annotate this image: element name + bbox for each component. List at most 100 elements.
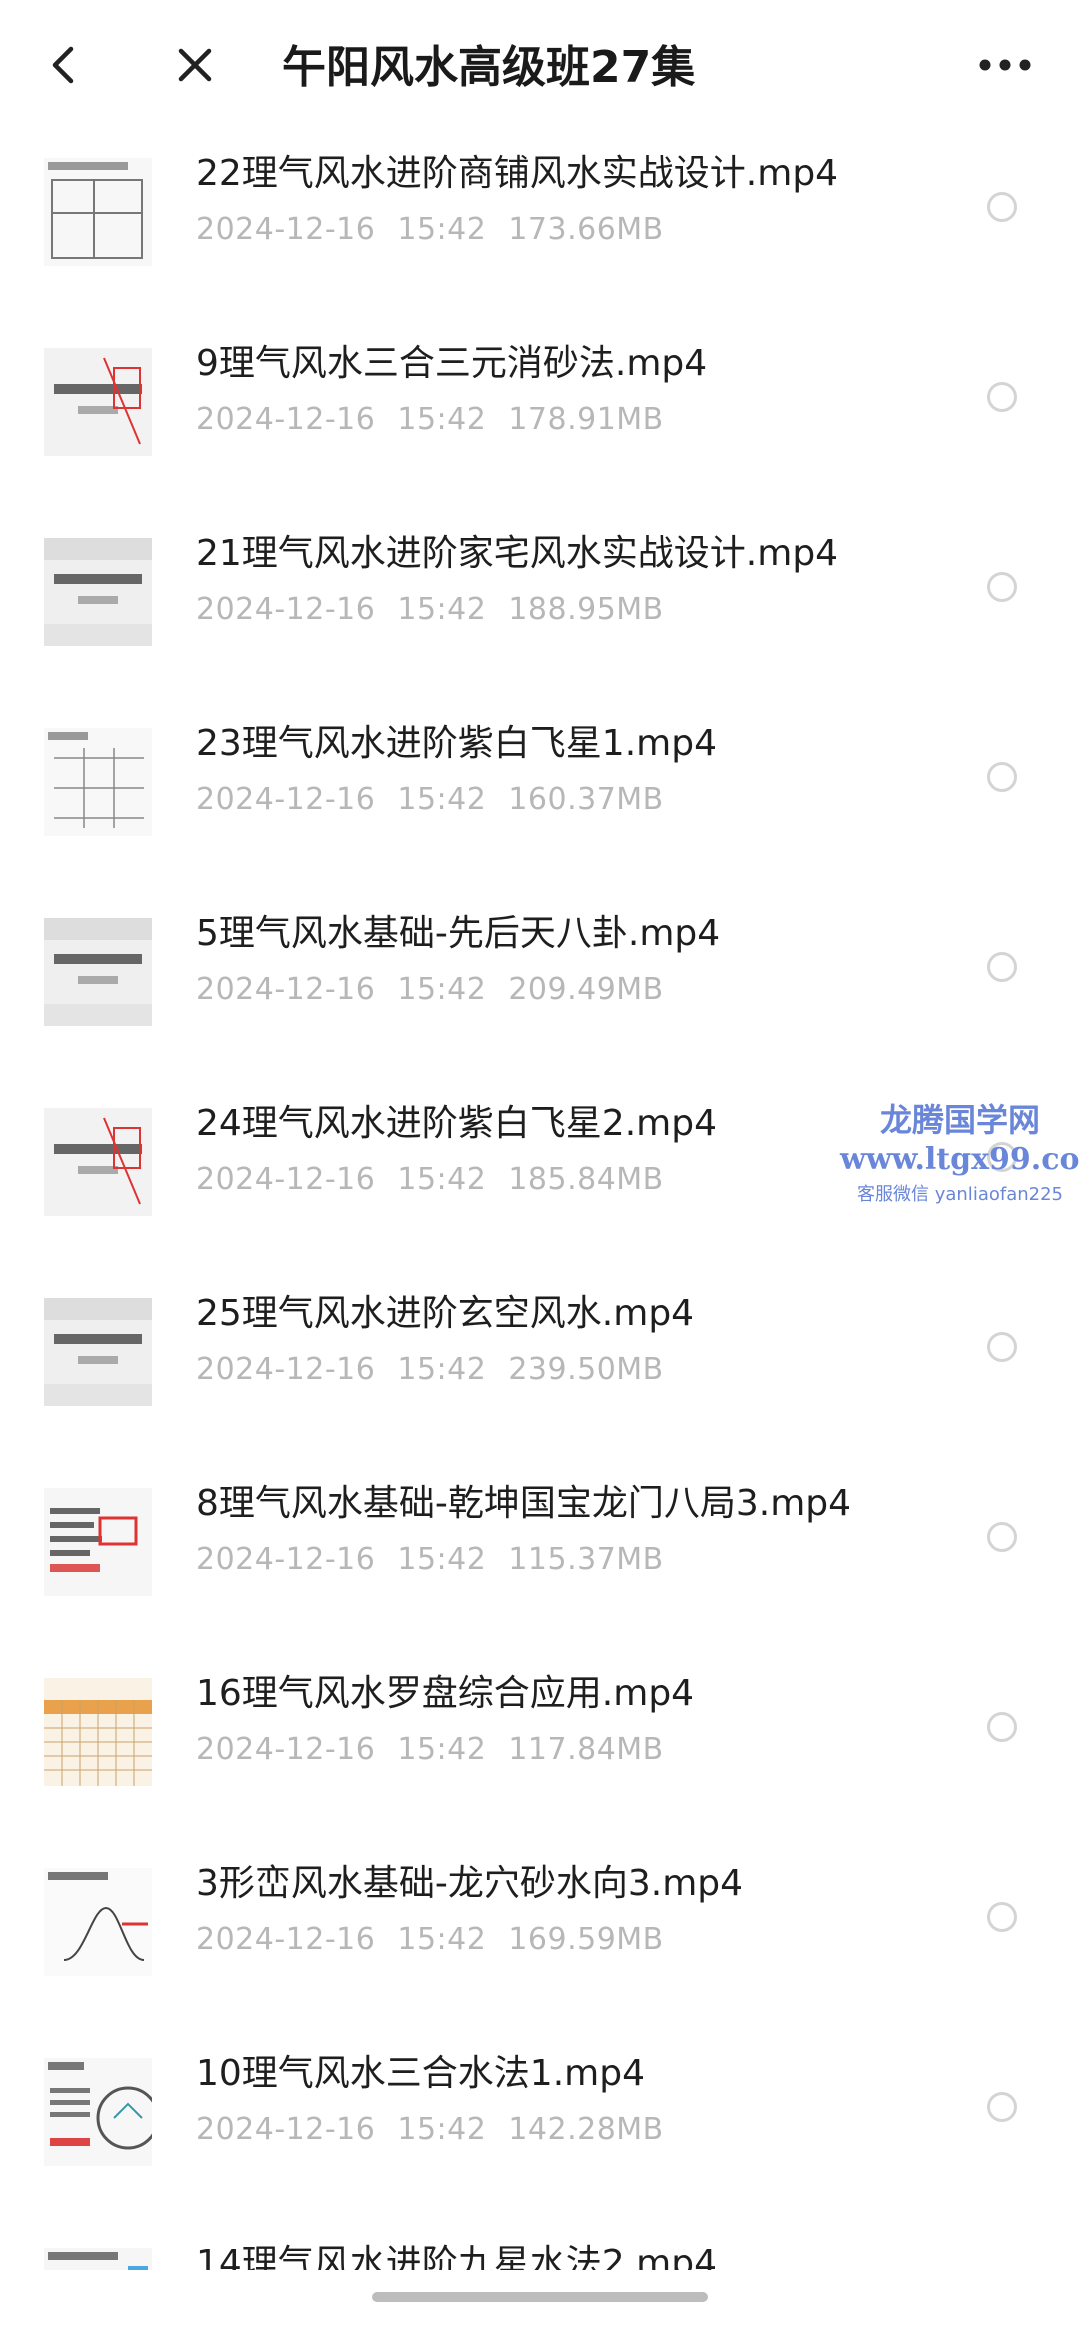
- select-radio[interactable]: [987, 572, 1017, 602]
- select-radio[interactable]: [987, 382, 1017, 412]
- file-row[interactable]: 23理气风水进阶紫白飞星1.mp4 2024-12-16 15:42 160.37MB: [0, 680, 1080, 870]
- file-time: 15:42: [397, 2112, 487, 2147]
- file-name: 25理气风水进阶玄空风水.mp4: [196, 1293, 695, 1334]
- select-radio[interactable]: [987, 1902, 1017, 1932]
- file-time: 15:42: [397, 1352, 487, 1387]
- file-time: 15:42: [397, 212, 487, 247]
- watermark-url: www.ltgx99.com: [840, 1142, 1080, 1177]
- file-row[interactable]: 5理气风水基础-先后天八卦.mp4 2024-12-16 15:42 209.49MB: [0, 870, 1080, 1060]
- file-meta: 2024-12-16 15:42 142.28MB: [196, 2110, 686, 2150]
- select-radio[interactable]: [987, 1712, 1017, 1742]
- file-list: 22理气风水进阶商铺风水实战设计.mp4 2024-12-16 15:42 173.6…: [0, 135, 1080, 2285]
- video-thumbnail: [44, 1868, 152, 1976]
- watermark: 龙腾国学网 www.ltgx99.com 客服微信 yanliaofan225: [840, 1100, 1080, 1210]
- file-size: 178.91MB: [508, 402, 664, 437]
- file-meta: 2024-12-16 15:42 160.37MB: [196, 780, 686, 820]
- file-date: 2024-12-16: [196, 402, 376, 437]
- file-time: 15:42: [397, 972, 487, 1007]
- file-time: 15:42: [397, 1922, 487, 1957]
- select-radio[interactable]: [987, 762, 1017, 792]
- file-size: 239.50MB: [508, 1352, 664, 1387]
- file-size: 142.28MB: [508, 2112, 664, 2147]
- file-name: 3形峦风水基础-龙穴砂水向3.mp4: [196, 1863, 744, 1904]
- file-time: 15:42: [397, 402, 487, 437]
- file-size: 173.66MB: [508, 212, 664, 247]
- file-meta: 2024-12-16 15:42 209.49MB: [196, 970, 686, 1010]
- home-indicator[interactable]: [372, 2292, 708, 2302]
- file-meta: 2024-12-16 15:42 117.84MB: [196, 1730, 686, 1770]
- watermark-contact: 客服微信 yanliaofan225: [857, 1184, 1063, 1205]
- file-size: 169.59MB: [508, 1922, 664, 1957]
- file-row[interactable]: 22理气风水进阶商铺风水实战设计.mp4 2024-12-16 15:42 173.6…: [0, 135, 1080, 300]
- file-meta: 2024-12-16 15:42 173.66MB: [196, 210, 686, 250]
- bottom-area: [0, 2270, 1080, 2338]
- file-meta: 2024-12-16 15:42 169.59MB: [196, 1920, 686, 1960]
- more-button[interactable]: [970, 30, 1040, 100]
- select-radio[interactable]: [987, 1522, 1017, 1552]
- file-size: 115.37MB: [508, 1542, 664, 1577]
- page-title: 午阳风水高级班27集: [282, 42, 696, 93]
- file-time: 15:42: [397, 592, 487, 627]
- video-thumbnail: [44, 1488, 152, 1596]
- file-row[interactable]: 8理气风水基础-乾坤国宝龙门八局3.mp4 2024-12-16 15:42 115.…: [0, 1440, 1080, 1630]
- file-time: 15:42: [397, 1162, 487, 1197]
- close-icon: [178, 48, 212, 82]
- video-thumbnail: [44, 918, 152, 1026]
- file-name: 8理气风水基础-乾坤国宝龙门八局3.mp4: [196, 1483, 852, 1524]
- file-size: 188.95MB: [508, 592, 664, 627]
- file-name: 22理气风水进阶商铺风水实战设计.mp4: [196, 153, 839, 194]
- video-thumbnail: [44, 1298, 152, 1406]
- file-size: 160.37MB: [508, 782, 664, 817]
- top-bar: 午阳风水高级班27集: [0, 0, 1080, 135]
- file-row[interactable]: 21理气风水进阶家宅风水实战设计.mp4 2024-12-16 15:42 188.9…: [0, 490, 1080, 680]
- file-date: 2024-12-16: [196, 1922, 376, 1957]
- file-date: 2024-12-16: [196, 1542, 376, 1577]
- file-row[interactable]: 16理气风水罗盘综合应用.mp4 2024-12-16 15:42 117.84MB: [0, 1630, 1080, 1820]
- file-time: 15:42: [397, 782, 487, 817]
- select-radio[interactable]: [987, 952, 1017, 982]
- file-name: 10理气风水三合水法1.mp4: [196, 2053, 645, 2094]
- file-date: 2024-12-16: [196, 212, 376, 247]
- video-thumbnail: [44, 1678, 152, 1786]
- file-meta: 2024-12-16 15:42 178.91MB: [196, 400, 686, 440]
- file-date: 2024-12-16: [196, 1162, 376, 1197]
- video-thumbnail: [44, 538, 152, 646]
- close-button[interactable]: [160, 30, 230, 100]
- video-thumbnail: [44, 2058, 152, 2166]
- video-thumbnail: [44, 728, 152, 836]
- file-date: 2024-12-16: [196, 592, 376, 627]
- file-row[interactable]: 10理气风水三合水法1.mp4 2024-12-16 15:42 142.28MB: [0, 2010, 1080, 2200]
- file-meta: 2024-12-16 15:42 185.84MB: [196, 1160, 686, 1200]
- video-thumbnail: [44, 1108, 152, 1216]
- file-name: 16理气风水罗盘综合应用.mp4: [196, 1673, 695, 1714]
- file-date: 2024-12-16: [196, 972, 376, 1007]
- file-size: 185.84MB: [508, 1162, 664, 1197]
- file-size: 209.49MB: [508, 972, 664, 1007]
- watermark-title: 龙腾国学网: [879, 1101, 1040, 1139]
- file-meta: 2024-12-16 15:42 188.95MB: [196, 590, 686, 630]
- file-size: 117.84MB: [508, 1732, 664, 1767]
- file-time: 15:42: [397, 1542, 487, 1577]
- select-radio[interactable]: [987, 192, 1017, 222]
- file-date: 2024-12-16: [196, 782, 376, 817]
- file-name: 5理气风水基础-先后天八卦.mp4: [196, 913, 721, 954]
- select-radio[interactable]: [987, 1332, 1017, 1362]
- file-date: 2024-12-16: [196, 2112, 376, 2147]
- video-thumbnail: [44, 158, 152, 266]
- file-name: 21理气风水进阶家宅风水实战设计.mp4: [196, 533, 839, 574]
- file-name: 9理气风水三合三元消砂法.mp4: [196, 343, 708, 384]
- file-row[interactable]: 25理气风水进阶玄空风水.mp4 2024-12-16 15:42 239.50MB: [0, 1250, 1080, 1440]
- file-meta: 2024-12-16 15:42 115.37MB: [196, 1540, 686, 1580]
- file-row[interactable]: 9理气风水三合三元消砂法.mp4 2024-12-16 15:42 178.91MB: [0, 300, 1080, 490]
- back-button[interactable]: [30, 30, 100, 100]
- file-date: 2024-12-16: [196, 1352, 376, 1387]
- more-dots-icon: [979, 59, 1031, 71]
- select-radio[interactable]: [987, 2092, 1017, 2122]
- file-name: 24理气风水进阶紫白飞星2.mp4: [196, 1103, 717, 1144]
- video-thumbnail: [44, 348, 152, 456]
- file-meta: 2024-12-16 15:42 239.50MB: [196, 1350, 686, 1390]
- file-row[interactable]: 3形峦风水基础-龙穴砂水向3.mp4 2024-12-16 15:42 169.59M…: [0, 1820, 1080, 2010]
- file-date: 2024-12-16: [196, 1732, 376, 1767]
- file-time: 15:42: [397, 1732, 487, 1767]
- file-name: 23理气风水进阶紫白飞星1.mp4: [196, 723, 717, 764]
